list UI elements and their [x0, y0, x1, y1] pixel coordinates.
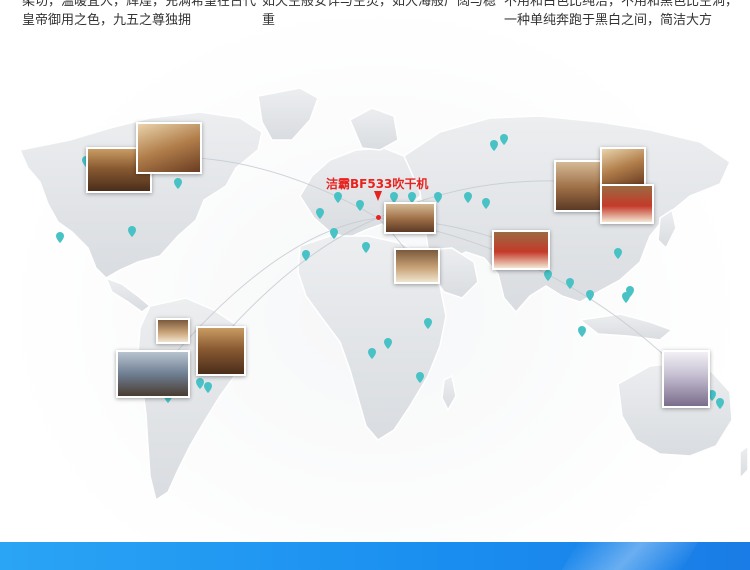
- photo-fill: [198, 328, 244, 374]
- photo-fill: [138, 124, 200, 172]
- continent-scandinavia: [349, 107, 399, 151]
- hotel-photo-middle-east: [394, 248, 440, 284]
- location-pin: [578, 326, 586, 337]
- continent-madagascar: [441, 374, 457, 412]
- photo-fill: [602, 149, 644, 185]
- bottom-banner-bar: [0, 542, 750, 570]
- continent-indonesia: [578, 313, 674, 341]
- photo-fill: [386, 204, 434, 232]
- photo-fill: [118, 352, 188, 396]
- product-location-dot: [376, 215, 381, 220]
- photo-fill: [602, 186, 652, 222]
- hotel-photo-east-asia-3: [600, 184, 654, 224]
- product-pin-icon: [374, 191, 382, 201]
- hotel-photo-europe: [384, 202, 436, 234]
- photo-fill: [158, 320, 188, 342]
- hotel-photo-north-america-2: [136, 122, 202, 174]
- hotel-photo-south-america-3: [116, 350, 190, 398]
- photo-fill: [494, 232, 548, 268]
- photo-fill: [664, 352, 708, 406]
- world-map: [18, 87, 749, 502]
- photo-fill: [396, 250, 438, 282]
- hotel-photo-india: [492, 230, 550, 270]
- product-label: 洁霸BF533吹干机: [326, 177, 429, 191]
- hotel-photo-south-america: [156, 318, 190, 344]
- hotel-photo-australia: [662, 350, 710, 408]
- location-pin: [56, 232, 64, 243]
- continent-central-america: [104, 276, 152, 313]
- hotel-photo-south-america-2: [196, 326, 246, 376]
- hotel-photo-east-asia-2: [600, 147, 646, 187]
- continent-greenland: [257, 87, 319, 141]
- location-pin: [586, 290, 594, 301]
- continent-new-zealand: [739, 444, 749, 480]
- banner-shine: [561, 542, 699, 570]
